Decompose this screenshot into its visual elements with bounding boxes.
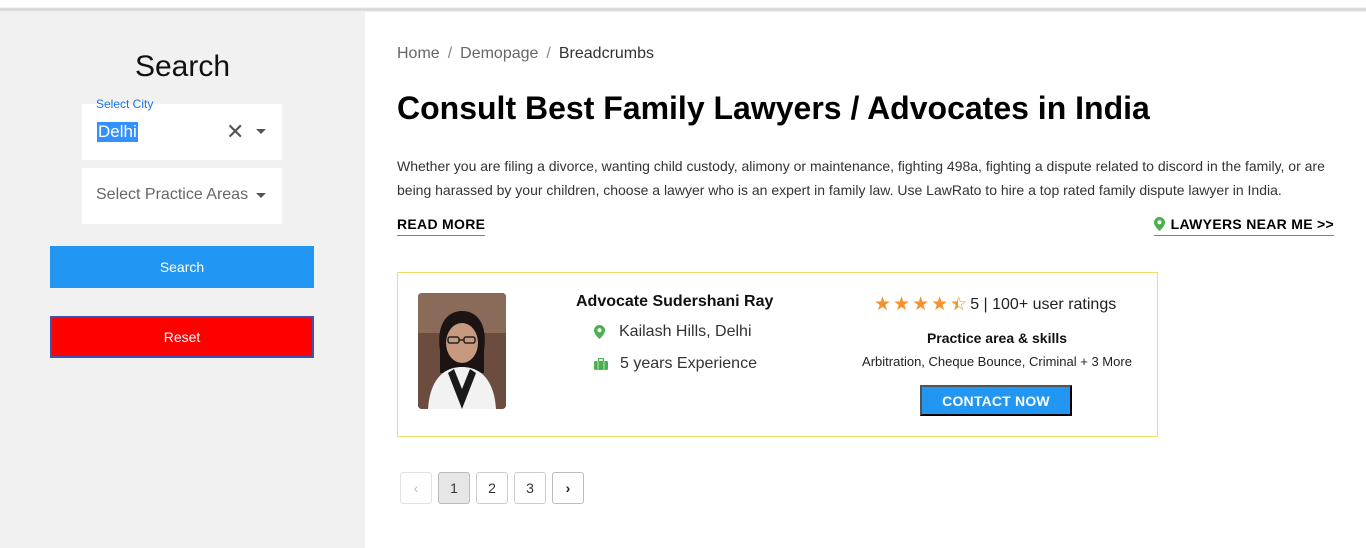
- breadcrumb-separator: /: [447, 45, 453, 62]
- top-shadow-bar: [0, 0, 1366, 12]
- search-button[interactable]: Search: [50, 246, 314, 288]
- location-pin-icon: [594, 325, 605, 339]
- contact-now-button[interactable]: CONTACT NOW: [920, 385, 1072, 416]
- lawyer-photo[interactable]: [418, 293, 506, 409]
- skills-list: Arbitration, Cheque Bounce, Criminal + 3…: [862, 354, 1132, 369]
- search-sidebar: Search Select City Delhi ✕ Select Practi…: [0, 12, 365, 548]
- breadcrumb-current: Breadcrumbs: [558, 45, 655, 62]
- lawyer-experience-text: 5 years Experience: [620, 355, 757, 372]
- star-icon: ★: [874, 294, 892, 315]
- reset-button[interactable]: Reset: [50, 316, 314, 358]
- breadcrumb-demopage[interactable]: Demopage: [460, 45, 538, 62]
- page-title: Consult Best Family Lawyers / Advocates …: [397, 90, 1150, 126]
- star-icon: ★: [893, 294, 911, 315]
- breadcrumb-separator: /: [546, 45, 551, 62]
- lawyers-near-me-link[interactable]: LAWYERS NEAR ME >>: [1153, 216, 1334, 236]
- breadcrumb: Home / Demopage / Breadcrumbs: [397, 45, 654, 63]
- briefcase-icon: [594, 358, 608, 370]
- lawyer-experience: 5 years Experience: [594, 355, 757, 373]
- intro-text: Whether you are filing a divorce, wantin…: [397, 158, 1325, 198]
- city-select-value[interactable]: Delhi: [97, 122, 138, 142]
- rating-text: 5 | 100+ user ratings: [970, 295, 1117, 313]
- main-content: Home / Demopage / Breadcrumbs Consult Best F…: [365, 12, 1366, 548]
- sidebar-title: Search: [134, 50, 231, 83]
- prev-page-button[interactable]: ‹: [400, 472, 432, 504]
- practice-areas-placeholder: Select Practice Areas: [96, 186, 249, 203]
- next-page-button[interactable]: ›: [552, 472, 584, 504]
- chevron-down-icon[interactable]: [256, 193, 266, 198]
- skills-title: Practice area & skills: [926, 330, 1068, 346]
- page-2-button[interactable]: 2: [476, 472, 508, 504]
- lawyer-location-text: Kailash Hills, Delhi: [619, 323, 752, 340]
- chevron-down-icon[interactable]: [256, 129, 266, 134]
- breadcrumb-home[interactable]: Home: [397, 45, 440, 62]
- lawyer-name[interactable]: Advocate Sudershani Ray: [576, 293, 773, 311]
- page-3-button[interactable]: 3: [514, 472, 546, 504]
- pagination: ‹ 1 2 3 ›: [400, 472, 590, 504]
- city-select-label: Select City: [96, 97, 154, 111]
- page-1-button[interactable]: 1: [438, 472, 470, 504]
- clear-icon[interactable]: ✕: [226, 119, 244, 145]
- read-more-link[interactable]: READ MORE: [397, 216, 486, 236]
- star-icon: ★: [931, 294, 949, 315]
- rating-stars: ★ ★ ★ ★ ☆★ 5 | 100+ user ratings: [874, 295, 1116, 314]
- city-select[interactable]: Select City Delhi ✕: [82, 97, 282, 160]
- practice-areas-select[interactable]: Select Practice Areas: [82, 168, 282, 224]
- star-icon: ★: [912, 294, 930, 315]
- lawyer-portrait-image: [418, 293, 506, 409]
- lawyers-near-me-label: LAWYERS NEAR ME >>: [1170, 216, 1334, 232]
- half-star-icon: ☆★: [950, 294, 968, 315]
- lawyer-location: Kailash Hills, Delhi: [594, 323, 752, 341]
- lawyer-card: Advocate Sudershani Ray Kailash Hills, D…: [397, 272, 1158, 437]
- location-pin-icon: [1153, 217, 1165, 231]
